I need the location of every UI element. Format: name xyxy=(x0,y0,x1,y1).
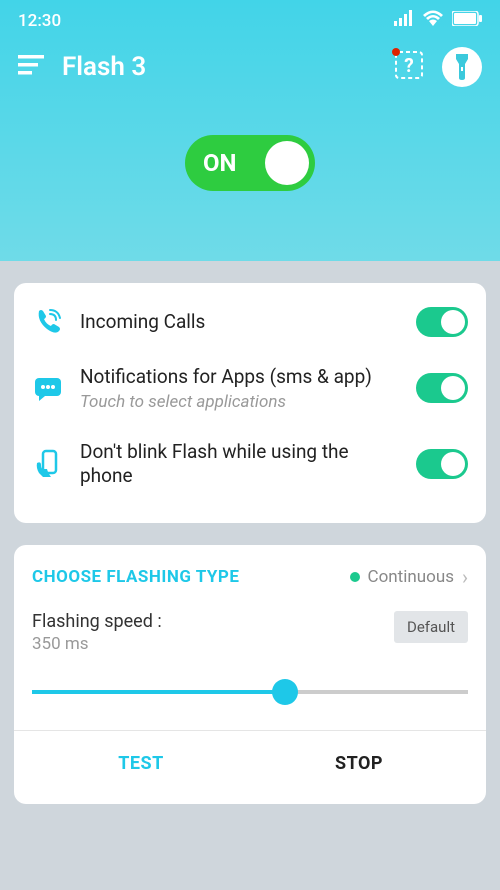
action-buttons: TEST STOP xyxy=(32,731,468,784)
help-button[interactable]: ? xyxy=(394,50,424,84)
speed-label: Flashing speed : xyxy=(32,611,162,632)
status-bar: 12:30 xyxy=(0,0,500,37)
main-toggle[interactable]: ON xyxy=(185,135,315,191)
flashing-type-label: Continuous xyxy=(368,567,454,587)
flashing-type-row: CHOOSE FLASHING TYPE Continuous › xyxy=(32,565,468,589)
wifi-icon xyxy=(422,10,444,31)
svg-text:?: ? xyxy=(404,54,413,77)
option-label: Notifications for Apps (sms & app) xyxy=(80,365,400,390)
section-title: CHOOSE FLASHING TYPE xyxy=(32,567,239,587)
flashing-type-select[interactable]: Continuous › xyxy=(350,565,468,589)
message-icon xyxy=(32,374,64,402)
battery-icon xyxy=(452,11,482,31)
option-no-blink[interactable]: Don't blink Flash while using the phone xyxy=(32,426,468,503)
slider-fill xyxy=(32,690,285,694)
content: Incoming Calls Notifications for Apps (s… xyxy=(0,261,500,804)
menu-icon[interactable] xyxy=(18,55,44,79)
default-button[interactable]: Default xyxy=(394,611,468,643)
status-dot-icon xyxy=(350,572,360,582)
signal-icon xyxy=(394,10,414,31)
option-sublabel: Touch to select applications xyxy=(80,392,400,412)
slider-thumb-icon[interactable] xyxy=(272,679,298,705)
speed-row: Flashing speed : 350 ms Default xyxy=(32,611,468,654)
toggle-knob-icon xyxy=(265,141,309,185)
status-time: 12:30 xyxy=(18,11,61,31)
option-label: Don't blink Flash while using the phone xyxy=(80,440,400,489)
speed-slider[interactable] xyxy=(32,672,468,712)
options-card: Incoming Calls Notifications for Apps (s… xyxy=(14,283,486,523)
option-label: Incoming Calls xyxy=(80,310,400,335)
phone-in-hand-icon xyxy=(32,449,64,479)
option-incoming-calls[interactable]: Incoming Calls xyxy=(32,303,468,351)
flashing-card: CHOOSE FLASHING TYPE Continuous › Flashi… xyxy=(14,545,486,804)
no-blink-toggle[interactable] xyxy=(416,449,468,479)
main-toggle-area: ON xyxy=(0,105,500,261)
calls-toggle[interactable] xyxy=(416,307,468,337)
flashlight-icon xyxy=(452,54,472,80)
notifications-toggle[interactable] xyxy=(416,373,468,403)
phone-icon xyxy=(32,307,64,337)
torch-button[interactable] xyxy=(442,47,482,87)
app-title: Flash 3 xyxy=(62,52,394,82)
notification-dot-icon xyxy=(392,48,400,56)
option-notifications[interactable]: Notifications for Apps (sms & app) Touch… xyxy=(32,351,468,426)
app-bar: Flash 3 ? xyxy=(0,37,500,105)
header: 12:30 Flash 3 ? ON xyxy=(0,0,500,261)
status-indicators xyxy=(394,10,482,31)
test-button[interactable]: TEST xyxy=(32,731,250,784)
chevron-right-icon: › xyxy=(462,565,468,589)
stop-button[interactable]: STOP xyxy=(250,731,468,784)
speed-value: 350 ms xyxy=(32,634,162,654)
main-toggle-label: ON xyxy=(203,149,236,177)
